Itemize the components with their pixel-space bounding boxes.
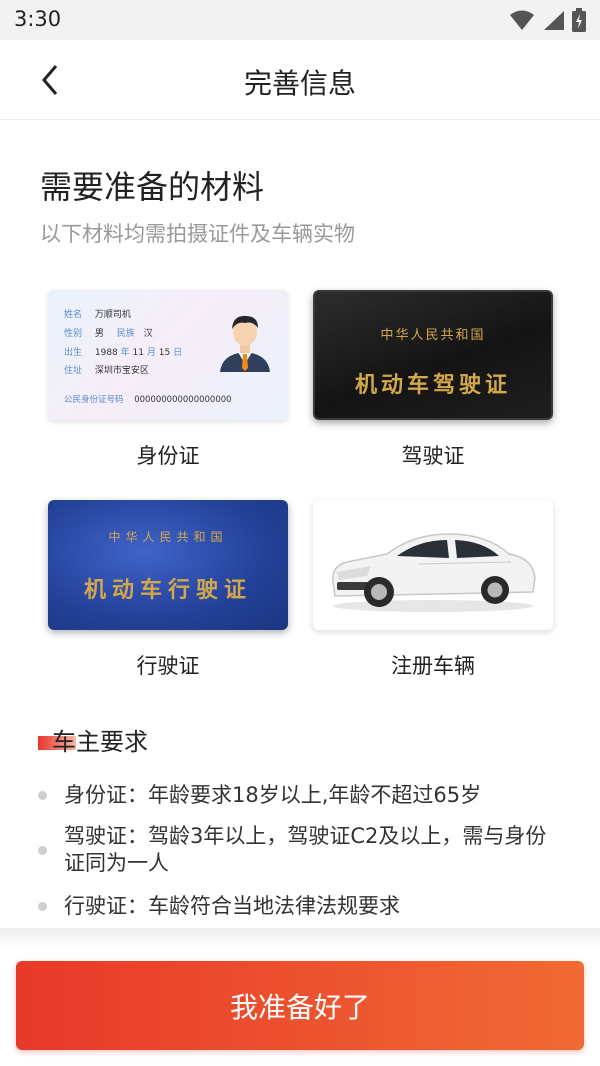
id-ethnicity-key: 民族 <box>116 329 135 339</box>
ready-button[interactable]: 我准备好了 <box>16 961 584 1050</box>
id-name-row: 姓名 万顺司机 <box>64 307 131 320</box>
req-item-id-card: 身份证：年龄要求18岁以上,年龄不超过65岁 <box>64 783 482 807</box>
id-gender-row: 性别 男 民族 汉 <box>64 326 153 339</box>
id-birth-row: 出生 1988 年 11 月 15 日 <box>64 345 182 358</box>
status-bar: 3:30 <box>0 0 600 40</box>
id-ethnicity-value: 汉 <box>143 329 153 339</box>
id-birth-month: 11 <box>132 348 144 358</box>
id-card-label: 身份证 <box>136 444 200 468</box>
avatar-portrait-icon <box>220 315 270 372</box>
car-icon <box>332 533 536 612</box>
vehicle-license-country: 中华人民共和国 <box>108 530 228 544</box>
signal-icon <box>544 11 564 30</box>
id-name-key: 姓名 <box>64 310 83 320</box>
vehicle-photo-label: 注册车辆 <box>391 654 475 678</box>
vehicle-photo-image[interactable] <box>313 500 553 630</box>
materials-subtitle: 以下材料均需拍摄证件及车辆实物 <box>40 222 355 246</box>
app-bar: 完善信息 <box>0 40 600 120</box>
id-address-row: 住址 深圳市宝安区 <box>64 363 149 376</box>
req-bullet <box>38 846 47 855</box>
req-item-vehicle-license: 行驶证：车龄符合当地法律法规要求 <box>64 894 400 918</box>
req-bullet <box>38 791 47 800</box>
id-gender-key: 性别 <box>64 329 83 339</box>
id-birth-day: 15 <box>158 348 171 358</box>
driver-license-image[interactable]: 中华人民共和国 机动车驾驶证 <box>313 290 553 420</box>
id-month-unit: 月 <box>146 348 156 358</box>
id-gender-value: 男 <box>94 329 104 339</box>
id-name-value: 万顺司机 <box>94 310 131 320</box>
id-year-unit: 年 <box>120 348 130 358</box>
id-address-value: 深圳市宝安区 <box>94 366 149 376</box>
id-number-key: 公民身份证号码 <box>64 395 124 405</box>
materials-title: 需要准备的材料 <box>40 168 265 206</box>
driver-license-country: 中华人民共和国 <box>380 328 486 343</box>
req-bullet <box>38 902 47 911</box>
id-birth-year: 1988 <box>94 348 118 358</box>
driver-license-label: 驾驶证 <box>401 444 465 468</box>
page-title: 完善信息 <box>243 67 356 100</box>
vehicle-license-name: 机动车行驶证 <box>83 577 252 603</box>
id-card-image[interactable]: 姓名 万顺司机 性别 男 民族 汉 出生 1988 年 11 月 15 日 住址… <box>48 290 288 420</box>
id-address-key: 住址 <box>64 366 83 376</box>
req-item-driver-license: 驾驶证：驾龄3年以上，驾驶证C2及以上，需与身份证同为一人 <box>64 824 547 875</box>
status-time: 3:30 <box>14 7 62 31</box>
owner-requirements-title: 车主要求 <box>52 728 148 756</box>
wifi-icon <box>510 10 534 30</box>
id-number-value: 000000000000000000 <box>134 395 232 405</box>
id-day-unit: 日 <box>173 348 183 358</box>
id-birth-key: 出生 <box>64 348 83 358</box>
battery-icon <box>572 8 586 32</box>
id-number-row: 公民身份证号码 000000000000000000 <box>64 393 232 405</box>
status-icons <box>510 8 586 32</box>
vehicle-license-label: 行驶证 <box>136 654 200 678</box>
driver-license-name: 机动车驾驶证 <box>354 372 511 398</box>
vehicle-license-image[interactable]: 中华人民共和国 机动车行驶证 <box>48 500 288 630</box>
